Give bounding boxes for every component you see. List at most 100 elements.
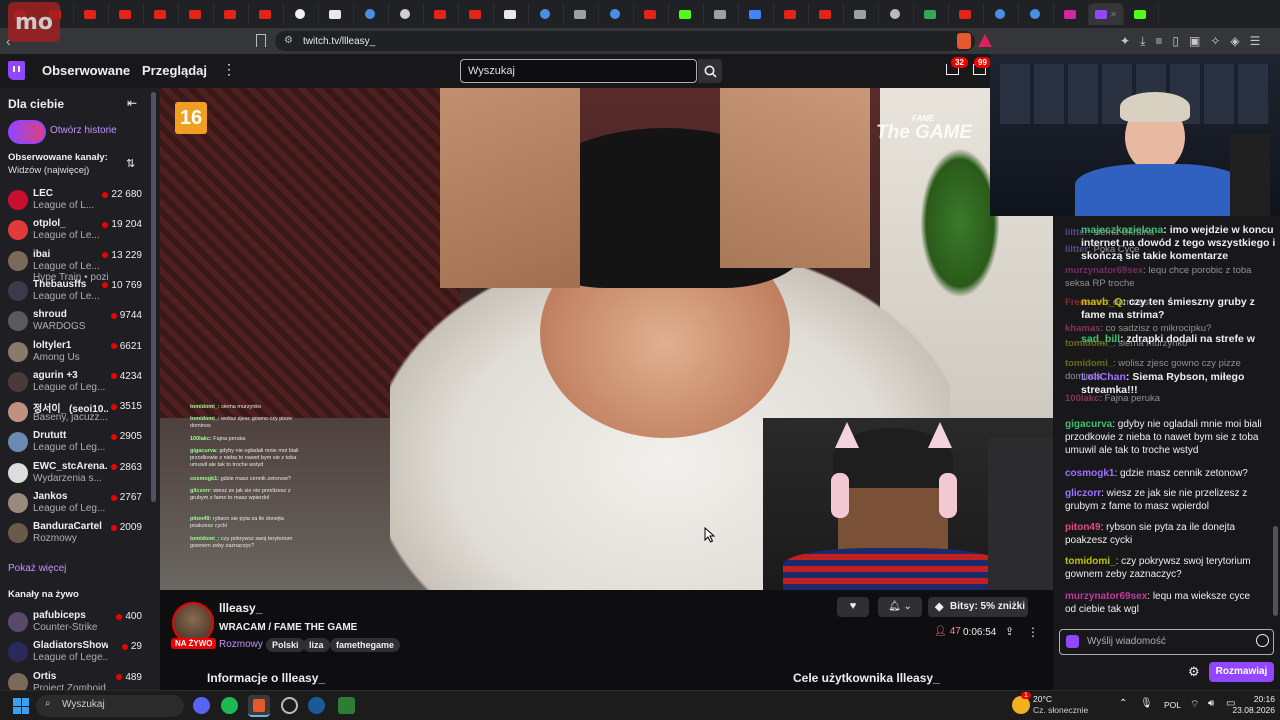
- sidebar-channel-item[interactable]: agurin +3 League of Leg... 4234: [0, 368, 150, 398]
- chat-username[interactable]: gliczorr: [1065, 488, 1101, 499]
- twitch-logo-icon[interactable]: [8, 61, 25, 80]
- tag-liza[interactable]: liza: [303, 638, 330, 652]
- download-icon[interactable]: ⤓: [1140, 34, 1145, 49]
- microphone-icon[interactable]: 🎙︎: [1140, 698, 1153, 709]
- chat-input[interactable]: Wyślij wiadomość: [1059, 629, 1274, 655]
- video-player[interactable]: 16 FAME The GAME tomidomi_: siema murzyn…: [160, 88, 1053, 590]
- more-menu-icon[interactable]: ⋮: [222, 61, 236, 78]
- brave-taskbar-icon[interactable]: [248, 695, 270, 717]
- browser-tab[interactable]: [529, 3, 564, 25]
- stories-avatars[interactable]: [8, 120, 46, 144]
- browser-tab[interactable]: [949, 3, 984, 25]
- browser-tab[interactable]: [179, 3, 214, 25]
- browser-tab[interactable]: [809, 3, 844, 25]
- vpn-icon[interactable]: ◈: [1230, 34, 1239, 49]
- chat-username[interactable]: cosmogk1: [1065, 468, 1114, 479]
- sidebar-channel-item[interactable]: otplol_ League of Le... 19 204: [0, 216, 150, 246]
- chat-identity-icon[interactable]: [1066, 635, 1079, 648]
- browser-tab[interactable]: [774, 3, 809, 25]
- bits-button[interactable]: ◆ Bitsy: 5% zniżki: [928, 597, 1028, 617]
- browser-tab[interactable]: [844, 3, 879, 25]
- sidebar-channel-item[interactable]: ibai League of Le... 13 229 Hype Train • po…: [0, 247, 150, 283]
- tag-polski[interactable]: Polski: [266, 638, 305, 652]
- browser-tab[interactable]: [564, 3, 599, 25]
- sidebar-channel-item[interactable]: GladiatorsShow...League of Lege... 29: [0, 638, 150, 668]
- browser-tab[interactable]: [494, 3, 529, 25]
- browser-tab[interactable]: [879, 3, 914, 25]
- browser-tab[interactable]: [599, 3, 634, 25]
- emote-picker-icon[interactable]: [1256, 634, 1269, 647]
- notification-bell-button[interactable]: 🔔︎ ⌄: [878, 597, 922, 617]
- discord-icon[interactable]: [193, 697, 210, 714]
- tag-famethegame[interactable]: famethegame: [330, 638, 401, 652]
- tab-close-icon[interactable]: ✕: [1110, 10, 1117, 19]
- wifi-icon[interactable]: ⌔: [1190, 698, 1199, 711]
- chat-username[interactable]: tomidomi_: [1065, 556, 1116, 567]
- clock-time[interactable]: 20:16: [1245, 694, 1275, 704]
- chat-username[interactable]: murzynator69sex: [1065, 591, 1147, 602]
- obs-icon[interactable]: [281, 697, 298, 714]
- browser-tab[interactable]: [74, 3, 109, 25]
- taskbar-search[interactable]: ⌕ Wyszukaj: [36, 695, 184, 717]
- steam-icon[interactable]: [308, 697, 325, 714]
- wallet-icon[interactable]: ▣: [1189, 34, 1200, 49]
- browser-tab[interactable]: [459, 3, 494, 25]
- search-input[interactable]: Wyszukaj: [460, 59, 697, 83]
- browser-tab[interactable]: [914, 3, 949, 25]
- sidebar-toggle-icon[interactable]: ▯: [1172, 34, 1179, 49]
- clock-date[interactable]: 23.08.2026: [1226, 705, 1275, 715]
- browser-tab[interactable]: [739, 3, 774, 25]
- open-stories-link[interactable]: Otwórz historie: [50, 125, 117, 136]
- nav-following[interactable]: Obserwowane: [42, 63, 130, 78]
- brave-shield-icon[interactable]: [957, 33, 971, 49]
- chat-username[interactable]: LoliChan: [1081, 371, 1126, 383]
- browser-tab[interactable]: ✕: [1089, 3, 1124, 25]
- sidebar-channel-item[interactable]: 정서이_ (seoi10... Baseny, jacuzz... 3515: [0, 398, 150, 428]
- chat-send-button[interactable]: Rozmawiaj: [1209, 662, 1274, 682]
- browser-tab[interactable]: [669, 3, 704, 25]
- browser-tab[interactable]: [634, 3, 669, 25]
- language-indicator[interactable]: POL: [1164, 700, 1181, 710]
- tray-expand-icon[interactable]: ⌃: [1119, 698, 1127, 709]
- chat-username[interactable]: majeczkazielona: [1081, 224, 1163, 236]
- playlist-icon[interactable]: ≡: [1155, 34, 1162, 49]
- menu-icon[interactable]: ☰: [1250, 34, 1261, 49]
- brave-rewards-icon[interactable]: [978, 34, 992, 47]
- sort-icon[interactable]: ⇅: [126, 157, 135, 170]
- chat-username[interactable]: mavb_Q: [1081, 296, 1122, 308]
- sidebar-channel-item[interactable]: BanduraCartel Rozmowy 2009: [0, 519, 150, 549]
- sidebar-channel-item[interactable]: Thebausffs League of Le... 10 769: [0, 277, 150, 307]
- leo-ai-icon[interactable]: ✧: [1210, 34, 1220, 49]
- chat-scrollbar[interactable]: [1273, 526, 1278, 616]
- site-info-icon[interactable]: ⚙: [284, 35, 293, 46]
- sidebar-channel-item[interactable]: LEC League of L... 22 680: [0, 186, 150, 216]
- sidebar-channel-item[interactable]: shroud WARDOGS 9744: [0, 307, 150, 337]
- chat-settings-icon[interactable]: ⚙: [1188, 664, 1200, 680]
- browser-tab[interactable]: [389, 3, 424, 25]
- nav-browse[interactable]: Przeglądaj: [142, 63, 207, 78]
- browser-tab[interactable]: [249, 3, 284, 25]
- browser-tab[interactable]: [284, 3, 319, 25]
- chat-username[interactable]: gigacurva: [1065, 419, 1112, 430]
- extensions-icon[interactable]: ✦: [1120, 34, 1130, 49]
- browser-tab[interactable]: [1019, 3, 1054, 25]
- browser-tab[interactable]: [424, 3, 459, 25]
- sidebar-channel-item[interactable]: Ortis Project Zomboid 489: [0, 669, 150, 690]
- sidebar-scrollbar[interactable]: [151, 92, 156, 502]
- chat-username[interactable]: tomidomi_: [1065, 358, 1113, 369]
- bookmark-icon[interactable]: [256, 34, 266, 47]
- follow-heart-button[interactable]: ♥: [837, 597, 869, 617]
- app-icon-green[interactable]: [338, 697, 355, 714]
- browser-tab[interactable]: [984, 3, 1019, 25]
- spotify-icon[interactable]: [221, 697, 238, 714]
- sidebar-channel-item[interactable]: Drututt League of Leg... 2905: [0, 428, 150, 458]
- collapse-sidebar-icon[interactable]: ⇤: [127, 96, 137, 110]
- sidebar-channel-item[interactable]: pafubiceps Counter-Strike 400: [0, 608, 150, 638]
- browser-tab[interactable]: [354, 3, 389, 25]
- channel-name[interactable]: llleasy_: [219, 601, 262, 615]
- sidebar-channel-item[interactable]: EWC_stcArena... Wydarzenia s... 2863: [0, 459, 150, 489]
- chat-username[interactable]: murzynator69sex: [1065, 265, 1143, 276]
- browser-tab[interactable]: [704, 3, 739, 25]
- browser-tab[interactable]: [1054, 3, 1089, 25]
- volume-icon[interactable]: 🔊︎: [1208, 698, 1214, 709]
